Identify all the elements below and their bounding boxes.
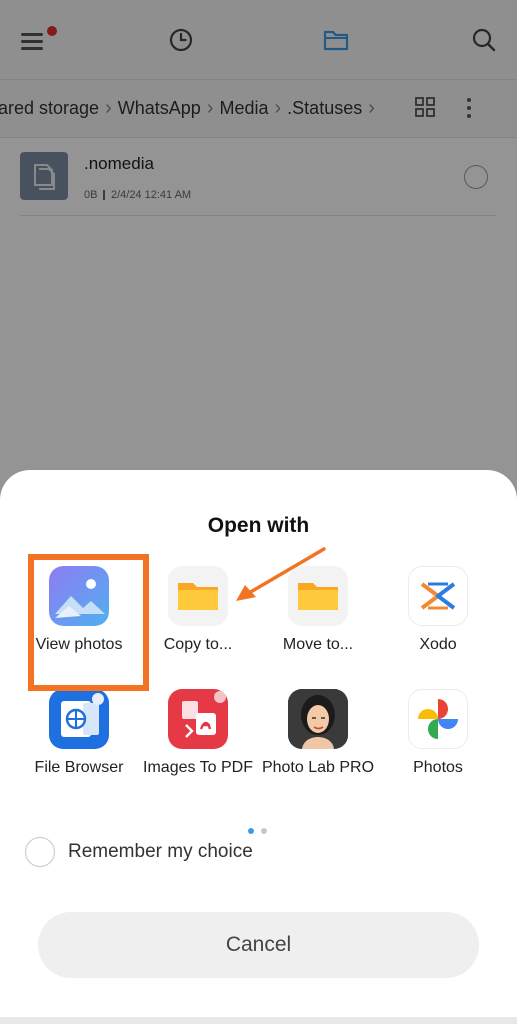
- app-label: Copy to...: [163, 636, 233, 653]
- app-label: Photo Lab PRO: [261, 759, 375, 776]
- page-dot-active: [248, 828, 254, 834]
- app-label: Photos: [413, 759, 463, 776]
- photo-lab-icon: [288, 689, 348, 749]
- highlight-box: [28, 554, 149, 691]
- app-label: Move to...: [282, 636, 354, 653]
- remember-choice-option[interactable]: Remember my choice: [25, 836, 253, 868]
- system-nav-bar: [0, 1017, 517, 1024]
- remember-choice-radio[interactable]: [25, 837, 55, 867]
- app-label: Xodo: [419, 636, 457, 653]
- xodo-icon: [408, 566, 468, 626]
- pdf-icon: [168, 689, 228, 749]
- folder-icon: [168, 566, 228, 626]
- file-browser-icon: [49, 689, 109, 749]
- page-dot: [261, 828, 267, 834]
- remember-choice-label: Remember my choice: [68, 841, 253, 862]
- cancel-button[interactable]: Cancel: [38, 912, 479, 978]
- app-label: Images To PDF: [143, 759, 253, 776]
- sheet-title: Open with: [207, 514, 310, 537]
- annotation-arrow-icon: [236, 547, 326, 601]
- app-label: File Browser: [34, 759, 124, 776]
- google-photos-icon: [408, 689, 468, 749]
